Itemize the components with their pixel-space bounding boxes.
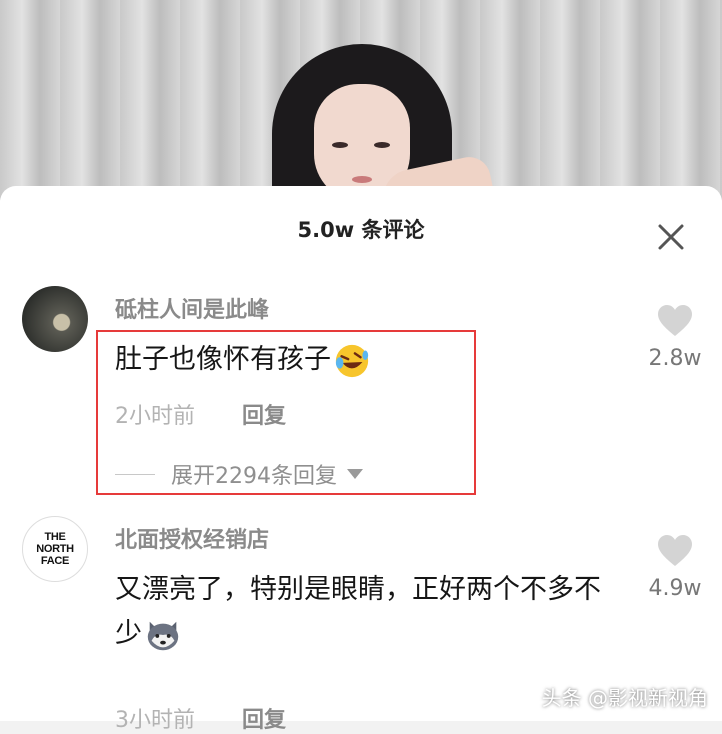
like-button[interactable]: 4.9w	[640, 534, 710, 601]
like-count: 4.9w	[648, 576, 702, 601]
the-north-face-logo: THE NORTH FACE	[36, 531, 74, 567]
avatar[interactable]	[22, 286, 88, 352]
close-icon[interactable]	[656, 222, 686, 252]
comments-count-title: 5.0w 条评论	[297, 218, 425, 242]
like-button[interactable]: 2.8w	[640, 304, 710, 371]
comment-username[interactable]: 北面授权经销店	[115, 522, 269, 554]
like-count: 2.8w	[648, 346, 702, 371]
watermark: 头条 @影视新视角	[541, 686, 708, 710]
avatar[interactable]: THE NORTH FACE	[22, 516, 88, 582]
video-person	[262, 44, 496, 200]
heart-icon[interactable]	[656, 534, 694, 568]
comment-time: 3小时前	[115, 708, 195, 733]
comment-text: 又漂亮了，特别是眼睛，正好两个不多不少	[115, 568, 615, 656]
comment-username[interactable]: 砥柱人间是此峰	[115, 292, 269, 324]
husky-emoji-icon	[147, 621, 179, 650]
heart-icon[interactable]	[656, 304, 694, 338]
reply-button[interactable]: 回复	[242, 702, 286, 734]
video-background[interactable]	[0, 0, 722, 200]
highlight-box	[96, 330, 476, 495]
